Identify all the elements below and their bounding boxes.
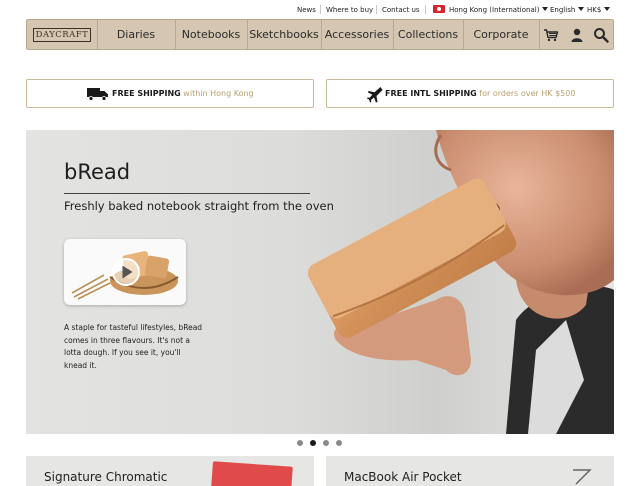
news-link[interactable]: News [297,6,316,14]
language-selector[interactable]: English [550,6,585,14]
video-thumbnail[interactable] [64,239,186,305]
divider [376,5,377,14]
nav-item-notebooks[interactable]: Notebooks [175,20,247,49]
chevron-down-icon [542,7,549,11]
shipping-local-text: FREE SHIPPING within Hong Kong [112,80,254,107]
hero-photo [308,130,614,434]
user-icon[interactable] [569,27,585,43]
free-shipping-local-banner[interactable]: FREE SHIPPING within Hong Kong [26,79,314,108]
region-selector[interactable]: Hong Kong (International) [449,6,549,14]
nav-item-accessories[interactable]: Accessories [321,20,393,49]
hero-description: A staple for tasteful lifestyles, bRead … [64,323,203,370]
shipping-intl-text: FREE INTL SHIPPING for orders over HK $5… [385,80,575,107]
play-icon[interactable] [111,257,141,287]
utility-bar: News Where to buy Contact us Hong Kong (… [0,0,640,20]
hero-subtitle: Freshly baked notebook straight from the… [64,199,334,213]
carousel-dot-1[interactable] [297,440,303,446]
free-shipping-intl-banner[interactable]: FREE INTL SHIPPING for orders over HK $5… [326,79,614,108]
airplane-icon [367,87,383,103]
product-card[interactable]: MacBook Air Pocket [326,456,614,486]
main-nav: DAYCRAFT Diaries Notebooks Sketchbooks A… [26,19,614,50]
decor-glyph-image [573,469,592,485]
chevron-down-icon [578,7,585,11]
hero-title: bRead [64,160,131,184]
notebook-image [211,461,293,486]
product-card-title: Signature Chromatic [44,470,168,484]
product-card-title: MacBook Air Pocket [344,470,462,484]
nav-item-diaries[interactable]: Diaries [97,20,175,49]
divider [425,5,426,14]
hero-slide[interactable]: bRead Freshly baked notebook straight fr… [26,130,614,434]
divider [64,193,310,194]
shipping-local-muted: within Hong Kong [183,89,254,98]
shipping-intl-strong: FREE INTL SHIPPING [385,89,477,98]
contact-us-link[interactable]: Contact us [382,6,420,14]
where-to-buy-link[interactable]: Where to buy [326,6,373,14]
region-label: Hong Kong (International) [449,6,540,14]
nav-item-sketchbooks[interactable]: Sketchbooks [247,20,321,49]
cart-icon[interactable] [543,27,559,43]
daycraft-logo[interactable]: DAYCRAFT [33,28,91,42]
chevron-down-icon [604,7,611,11]
divider [539,20,540,49]
carousel-dot-2[interactable] [310,440,316,446]
carousel-dot-4[interactable] [336,440,342,446]
divider [320,5,321,14]
search-icon[interactable] [593,27,609,43]
product-card[interactable]: Signature Chromatic [26,456,314,486]
truck-icon [87,88,108,101]
language-label: English [550,6,576,14]
currency-label: HK$ [587,6,602,14]
shipping-intl-muted: for orders over HK $500 [479,89,576,98]
currency-selector[interactable]: HK$ [587,6,611,14]
shipping-local-strong: FREE SHIPPING [112,89,181,98]
hong-kong-flag-icon [433,5,445,13]
nav-item-collections[interactable]: Collections [393,20,463,49]
carousel-dot-3[interactable] [323,440,329,446]
nav-item-corporate[interactable]: Corporate [463,20,539,49]
